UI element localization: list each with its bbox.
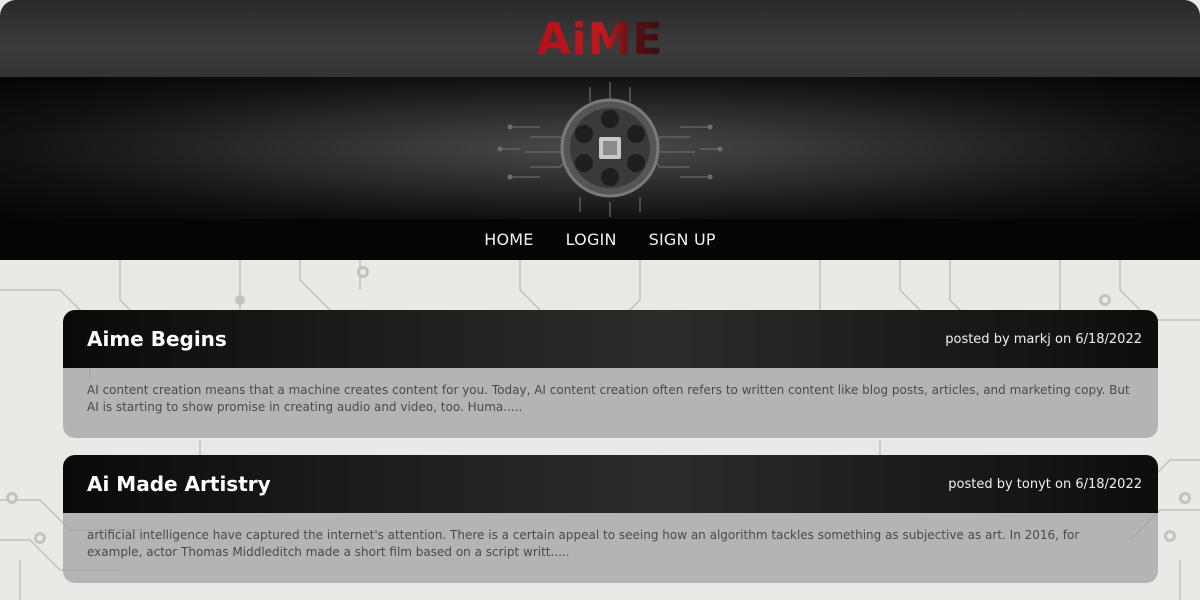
site-logo[interactable]: AiME [537,14,664,65]
post-meta: posted by tonyt on 6/18/2022 [948,476,1142,492]
post-header: Aime Begins posted by markj on 6/18/2022 [63,310,1158,368]
post-title[interactable]: Aime Begins [87,327,227,351]
site-header: AiME [0,0,1200,77]
post-meta: posted by markj on 6/18/2022 [945,331,1142,347]
hero-banner [0,77,1200,219]
post-excerpt: artificial intelligence have captured th… [63,513,1158,583]
nav-login-link[interactable]: LOGIN [566,230,617,249]
post-card[interactable]: Aime Begins posted by markj on 6/18/2022… [63,310,1158,438]
nav-home-link[interactable]: HOME [484,230,533,249]
post-header: Ai Made Artistry posted by tonyt on 6/18… [63,455,1158,513]
post-card[interactable]: Ai Made Artistry posted by tonyt on 6/18… [63,455,1158,583]
nav-signup-link[interactable]: SIGN UP [649,230,716,249]
post-excerpt: AI content creation means that a machine… [63,368,1158,438]
post-title[interactable]: Ai Made Artistry [87,472,271,496]
page: AiME HOME LOGIN SIGN UP Aime Begins post… [0,0,1200,600]
film-reel-chip-icon [497,82,723,217]
main-nav: HOME LOGIN SIGN UP [0,219,1200,260]
